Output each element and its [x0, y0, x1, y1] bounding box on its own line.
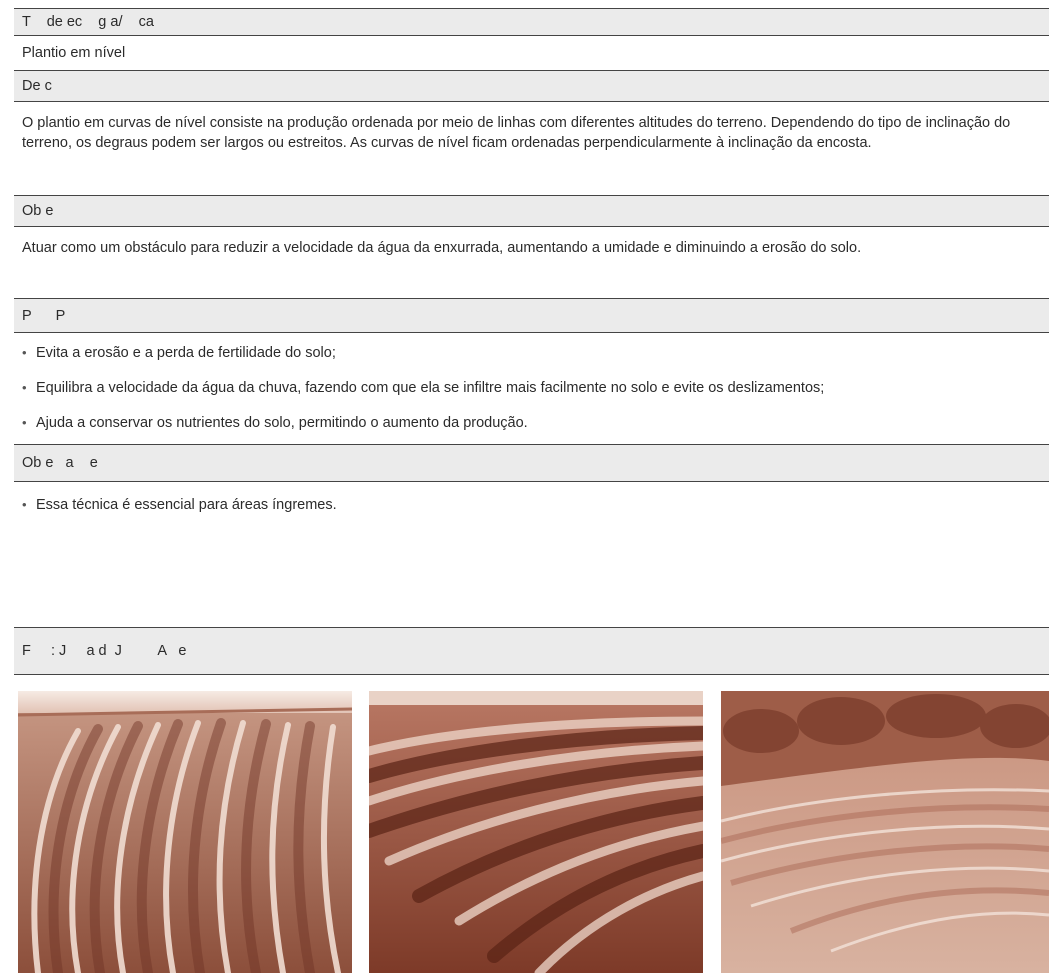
- benefits-header: P P: [14, 298, 1049, 332]
- bullet-icon: •: [22, 497, 27, 512]
- objective-text: Atuar como um obstáculo para reduzir a v…: [22, 240, 862, 256]
- bullet-icon: •: [22, 415, 27, 430]
- bullet-icon: •: [22, 380, 27, 395]
- description-header: De c: [14, 70, 1049, 101]
- field-photo-dark-furrows: [369, 691, 703, 973]
- technique-name-row: Plantio em nível: [14, 35, 1049, 70]
- benefit-text: Equilibra a velocidade da água da chuva,…: [36, 380, 825, 396]
- objective-row: Atuar como um obstáculo para reduzir a v…: [14, 226, 1049, 298]
- benefits-heading: P P: [22, 307, 66, 324]
- description-heading: De c: [22, 78, 52, 94]
- photo-source-header: F : J a d J A e: [14, 627, 1049, 674]
- benefits-list: • Evita a erosão e a perda de fertilidad…: [14, 332, 1049, 444]
- objective-header: Ob e: [14, 195, 1049, 226]
- description-row: O plantio em curvas de nível consiste na…: [14, 101, 1049, 195]
- list-item: • Equilibra a velocidade da água da chuv…: [22, 377, 824, 399]
- technique-name-header: T de ec g a/ ca: [14, 8, 1049, 35]
- list-item: • Evita a erosão e a perda de fertilidad…: [22, 342, 336, 364]
- photo-source-heading: F : J a d J A e: [22, 643, 187, 659]
- benefit-text: Ajuda a conservar os nutrientes do solo,…: [36, 415, 528, 431]
- observation-text: Essa técnica é essencial para áreas íngr…: [36, 497, 337, 513]
- list-item: • Essa técnica é essencial para áreas ín…: [22, 494, 337, 516]
- field-photo-hillside-terraces: [721, 691, 1049, 973]
- list-item: • Ajuda a conservar os nutrientes do sol…: [22, 412, 528, 434]
- observations-header: Ob e a e: [14, 444, 1049, 481]
- divider: [14, 674, 1049, 675]
- bullet-icon: •: [22, 345, 27, 360]
- technique-name-value: Plantio em nível: [22, 45, 126, 61]
- technique-name-heading: T de ec g a/ ca: [22, 14, 154, 30]
- benefit-text: Evita a erosão e a perda de fertilidade …: [36, 345, 336, 361]
- observations-heading: Ob e a e: [22, 455, 98, 471]
- observations-list: • Essa técnica é essencial para áreas ín…: [14, 481, 1049, 527]
- objective-heading: Ob e: [22, 203, 54, 219]
- description-text: O plantio em curvas de nível consiste na…: [22, 115, 1011, 151]
- field-photo-curved-rows: [18, 691, 352, 973]
